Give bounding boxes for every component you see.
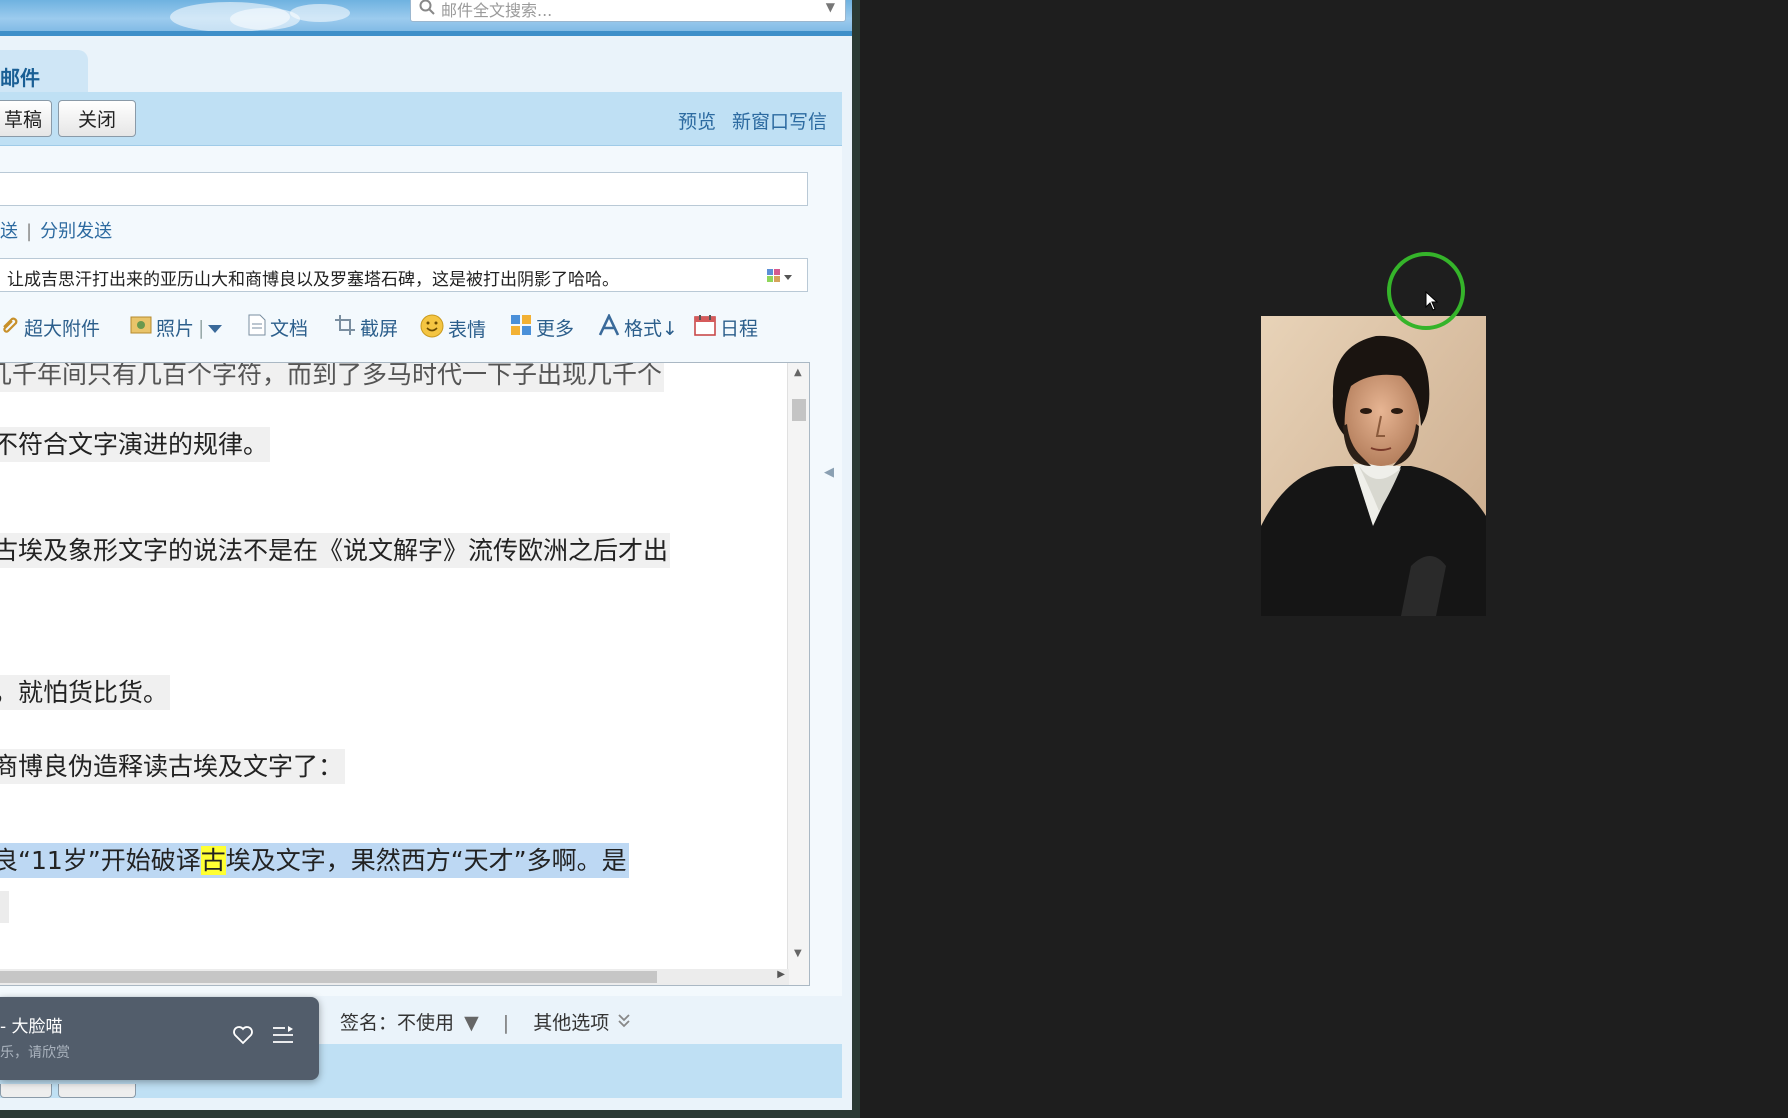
emoji-button[interactable]: 表情	[420, 314, 486, 343]
send-link[interactable]: 发送	[0, 221, 18, 242]
font-format-icon	[598, 312, 620, 341]
caret-down-icon[interactable]: ▼	[464, 1012, 479, 1034]
scroll-right-arrow-icon[interactable]: ▶	[777, 969, 785, 980]
mail-compose-window: 邮件全文搜索... ▼ 邮件 草稿 关闭 预览 新窗口写信 发送|分别发送 让成…	[0, 0, 852, 1110]
window-frame	[852, 0, 860, 1118]
tab-compose[interactable]: 邮件	[0, 50, 88, 92]
window-frame	[0, 1110, 860, 1118]
bottom-send-button[interactable]	[0, 1084, 52, 1098]
save-draft-button[interactable]: 草稿	[0, 100, 52, 137]
close-button[interactable]: 关闭	[58, 100, 136, 137]
playlist-icon[interactable]	[272, 1025, 294, 1049]
scroll-down-arrow-icon[interactable]: ▼	[794, 948, 802, 959]
double-chevron-down-icon[interactable]	[617, 1012, 631, 1034]
body-line: 古埃及象形文字的说法不是在《说文解字》流传欧洲之后才出	[0, 531, 671, 568]
signature-label: 签名：	[340, 1012, 398, 1034]
signature-select[interactable]: 不使用	[397, 1012, 454, 1034]
editor-horizontal-scrollbar[interactable]: ▶	[0, 969, 789, 985]
screenshot-button[interactable]: 截屏	[334, 314, 398, 341]
other-options-link[interactable]: 其他选项	[533, 1012, 609, 1034]
scrollbar-thumb[interactable]	[0, 971, 657, 983]
body-line: ，就怕货比货。	[0, 673, 171, 710]
heart-icon[interactable]	[232, 1025, 254, 1049]
selected-text-line: 良“11岁”开始破译古埃及文字，果然西方“天才”多啊。是	[0, 841, 629, 878]
mail-search-input[interactable]: 邮件全文搜索... ▼	[410, 0, 846, 22]
compose-form: 发送|分别发送 让成吉思汗打出来的亚历山大和商博良以及罗塞塔石碑，这是被打出阴影…	[0, 146, 842, 996]
bottom-draft-button[interactable]	[58, 1084, 136, 1098]
schedule-button[interactable]: 日程	[694, 314, 758, 341]
song-title: - 大脸喵	[0, 1017, 63, 1037]
grid-apps-icon	[510, 314, 532, 341]
document-icon	[248, 314, 266, 341]
separate-send-link[interactable]: 分别发送	[40, 221, 112, 242]
header-divider	[0, 31, 852, 36]
paperclip-icon	[0, 315, 20, 340]
preview-link[interactable]: 预览	[678, 107, 716, 134]
photo-icon	[130, 315, 152, 340]
new-window-compose-link[interactable]: 新窗口写信	[732, 107, 827, 134]
photo-button[interactable]: 照片 |	[130, 314, 223, 341]
large-attachment-button[interactable]: 超大附件	[0, 314, 100, 341]
compose-toolbar: 草稿 关闭 预览 新窗口写信	[0, 92, 842, 146]
selection-tail	[0, 891, 9, 923]
editor-vertical-scrollbar[interactable]: ▲ ▼	[787, 363, 809, 985]
more-button[interactable]: 更多	[510, 314, 574, 341]
body-line: 不符合文字演进的规律。	[0, 425, 271, 462]
crop-icon	[334, 314, 356, 341]
caret-down-icon[interactable]	[208, 317, 223, 339]
format-button[interactable]: 格式↓	[598, 312, 678, 341]
message-body-editor[interactable]: 几千年间只有几百个字符，而到了多马时代一下子出现几千个 不符合文字演进的规律。 …	[0, 362, 810, 986]
body-line: 几千年间只有几百个字符，而到了多马时代一下子出现几千个	[0, 363, 665, 392]
stationery-grid-icon[interactable]	[767, 268, 793, 288]
scroll-up-arrow-icon[interactable]: ▲	[794, 367, 802, 378]
song-subtitle: 乐，请欣赏	[0, 1045, 70, 1061]
search-icon	[419, 0, 435, 19]
collapse-panel-arrow-icon[interactable]: ◀	[824, 465, 834, 480]
search-highlight: 古	[200, 846, 226, 875]
calendar-icon	[694, 314, 716, 341]
search-placeholder: 邮件全文搜索...	[441, 1, 553, 20]
document-button[interactable]: 文档	[248, 314, 308, 341]
body-line: 商博良伪造释读古埃及文字了：	[0, 747, 346, 784]
scrollbar-thumb[interactable]	[792, 399, 806, 421]
recipient-field[interactable]	[0, 172, 808, 206]
subject-value: 让成吉思汗打出来的亚历山大和商博良以及罗塞塔石碑，这是被打出阴影了哈哈。	[7, 270, 619, 290]
music-player-popup[interactable]: - 大脸喵 乐，请欣赏	[0, 997, 319, 1080]
compose-footer-options: 签名：不使用 ▼ | 其他选项	[340, 1008, 631, 1035]
smiley-icon	[420, 314, 444, 343]
mouse-pointer-icon	[1425, 290, 1439, 315]
portrait-image	[1261, 316, 1486, 616]
send-options: 发送|分别发送	[0, 217, 112, 243]
subject-field[interactable]: 让成吉思汗打出来的亚历山大和商博良以及罗塞塔石碑，这是被打出阴影了哈哈。	[0, 258, 808, 292]
chevron-down-icon[interactable]: ▼	[826, 0, 835, 14]
